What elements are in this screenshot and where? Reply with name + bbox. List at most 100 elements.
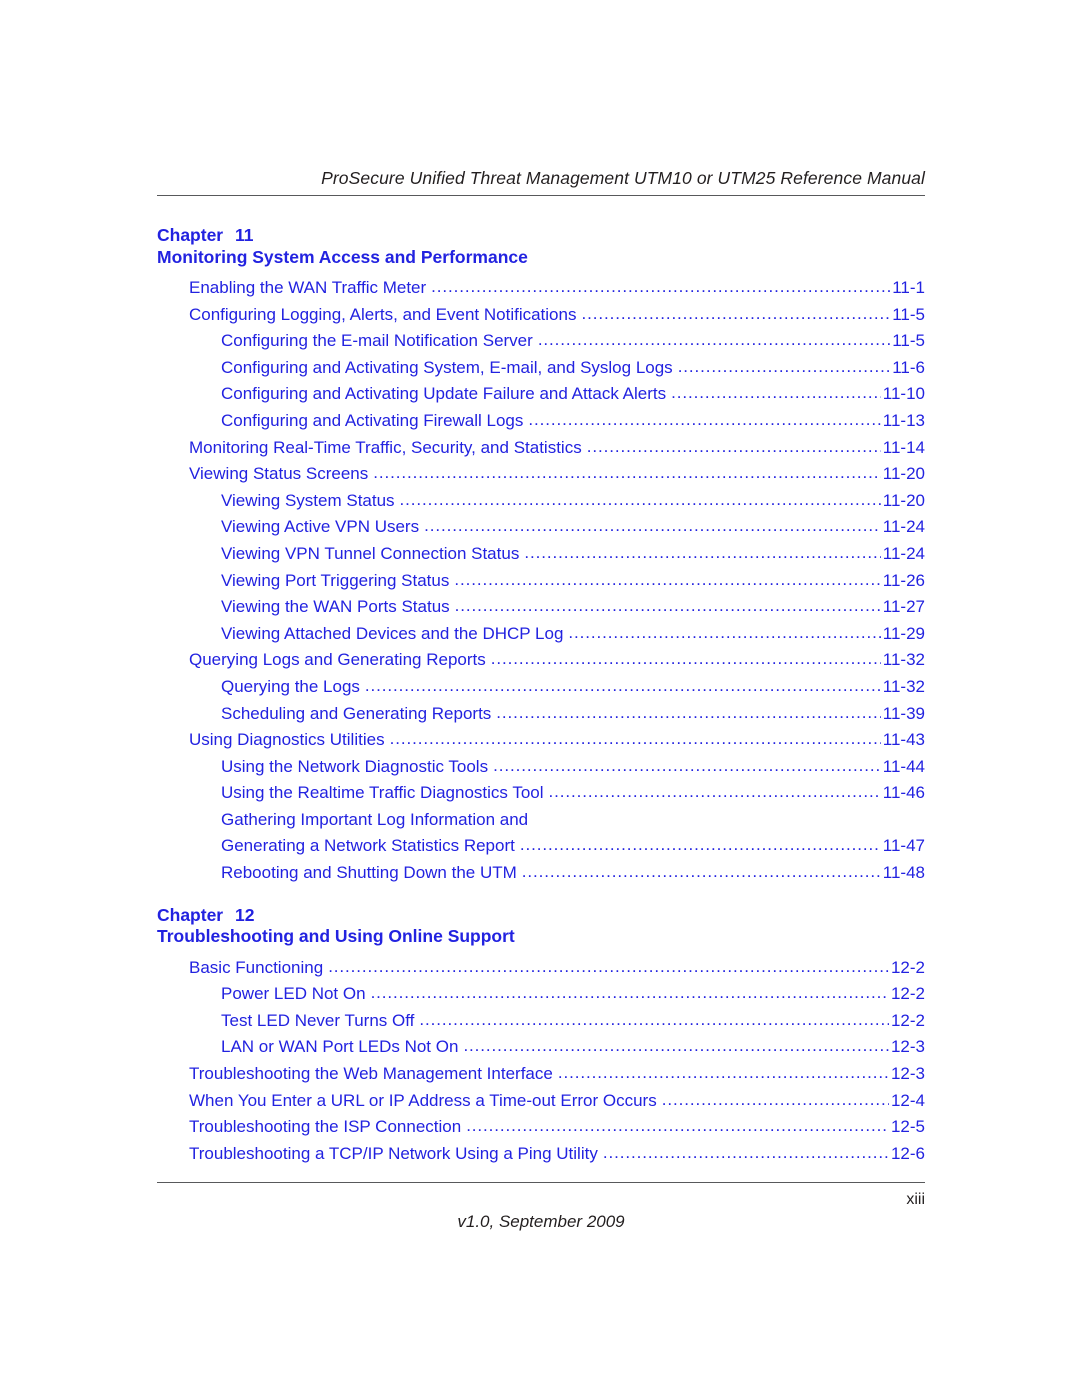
toc-entry-page: 12-3 bbox=[890, 1064, 925, 1084]
toc-entry-page: 12-2 bbox=[890, 1010, 925, 1030]
toc-entry[interactable]: Troubleshooting the ISP Connection......… bbox=[157, 1114, 925, 1141]
chapter-spacer bbox=[157, 887, 925, 905]
toc-entry[interactable]: Using Diagnostics Utilities.............… bbox=[157, 727, 925, 754]
toc-entry[interactable]: Rebooting and Shutting Down the UTM.....… bbox=[157, 860, 925, 887]
toc-entry-title: Viewing Status Screens bbox=[189, 464, 369, 484]
toc-leader-dots: ........................................… bbox=[431, 277, 890, 296]
toc-entry-title: Troubleshooting the ISP Connection bbox=[189, 1117, 462, 1137]
toc-entry[interactable]: Viewing Status Screens..................… bbox=[157, 461, 925, 488]
toc-leader-dots: ........................................… bbox=[463, 1036, 889, 1056]
toc-entry-title: Generating a Network Statistics Report bbox=[221, 836, 515, 856]
toc-entry[interactable]: Configuring Logging, Alerts, and Event N… bbox=[157, 302, 925, 329]
toc-entry[interactable]: Viewing Active VPN Users................… bbox=[157, 514, 925, 541]
toc-entry-title: Troubleshooting the Web Management Inter… bbox=[189, 1064, 553, 1084]
toc-entry[interactable]: Configuring and Activating Firewall Logs… bbox=[157, 408, 925, 435]
toc-entry-page: 11-13 bbox=[882, 410, 925, 430]
toc-page: ProSecure Unified Threat Management UTM1… bbox=[0, 0, 1080, 1397]
toc-entry-title: Viewing Port Triggering Status bbox=[221, 570, 450, 590]
toc-leader-dots: ........................................… bbox=[493, 755, 881, 775]
toc-leader-dots: ........................................… bbox=[671, 383, 881, 403]
toc-leader-dots: ........................................… bbox=[454, 569, 881, 589]
toc-entry-title: Rebooting and Shutting Down the UTM bbox=[221, 863, 517, 883]
toc-entry[interactable]: Configuring and Activating Update Failur… bbox=[157, 381, 925, 408]
toc-entry[interactable]: Basic Functioning.......................… bbox=[157, 955, 925, 982]
toc-entry-page: 11-47 bbox=[882, 836, 925, 856]
toc-entry-page: 11-29 bbox=[882, 623, 925, 643]
toc-entry[interactable]: Viewing Port Triggering Status..........… bbox=[157, 568, 925, 595]
toc-entry[interactable]: Generating a Network Statistics Report..… bbox=[157, 833, 925, 860]
toc-entry-title: Power LED Not On bbox=[221, 984, 366, 1004]
toc-leader-dots: ........................................… bbox=[524, 542, 880, 562]
footer-rule bbox=[157, 1182, 925, 1183]
toc-entry[interactable]: Using the Network Diagnostic Tools......… bbox=[157, 754, 925, 781]
toc-leader-dots: ........................................… bbox=[490, 649, 881, 669]
toc-entry[interactable]: Troubleshooting the Web Management Inter… bbox=[157, 1061, 925, 1088]
chapter-heading: Chapter 11 Monitoring System Access and Pe… bbox=[157, 225, 925, 268]
toc-entry[interactable]: Enabling the WAN Traffic Meter..........… bbox=[157, 275, 925, 302]
toc-entry-title: When You Enter a URL or IP Address a Tim… bbox=[189, 1090, 657, 1110]
toc-entry-title: Querying the Logs bbox=[221, 676, 360, 696]
toc-leader-dots: ........................................… bbox=[419, 1009, 889, 1029]
toc-entry-page: 12-6 bbox=[890, 1143, 925, 1163]
toc-entry[interactable]: Troubleshooting a TCP/IP Network Using a… bbox=[157, 1141, 925, 1168]
toc-entry-page: 11-6 bbox=[892, 357, 925, 377]
toc-entry-page: 11-5 bbox=[892, 331, 925, 351]
toc-entry-page: 11-46 bbox=[882, 783, 925, 803]
toc-leader-dots: ........................................… bbox=[519, 835, 881, 855]
toc-entry[interactable]: Configuring the E-mail Notification Serv… bbox=[157, 328, 925, 355]
page-folio: xiii bbox=[906, 1191, 925, 1208]
page-footer: xiii bbox=[157, 1182, 925, 1209]
toc-leader-dots: ........................................… bbox=[537, 330, 890, 350]
toc-leader-dots: ........................................… bbox=[466, 1116, 889, 1136]
chapter-word: Chapter bbox=[157, 225, 224, 245]
toc-entry[interactable]: Viewing VPN Tunnel Connection Status....… bbox=[157, 541, 925, 568]
toc-entry-page: 11-44 bbox=[882, 756, 925, 776]
toc-entry-page: 11-32 bbox=[882, 650, 925, 670]
version-footer: v1.0, September 2009 bbox=[457, 1212, 625, 1231]
toc-entry[interactable]: Configuring and Activating System, E-mai… bbox=[157, 355, 925, 382]
toc-entry[interactable]: When You Enter a URL or IP Address a Tim… bbox=[157, 1088, 925, 1115]
chapter-word: Chapter bbox=[157, 904, 224, 925]
toc-entry-page: 12-4 bbox=[890, 1090, 925, 1110]
toc-leader-dots: ........................................… bbox=[521, 862, 881, 882]
toc-entry[interactable]: Querying Logs and Generating Reports....… bbox=[157, 647, 925, 674]
toc-entry-page: 11-27 bbox=[882, 597, 925, 617]
toc-entry[interactable]: Viewing Attached Devices and the DHCP Lo… bbox=[157, 621, 925, 648]
toc-entry-title: LAN or WAN Port LEDs Not On bbox=[221, 1037, 459, 1057]
toc-entry-title: Troubleshooting a TCP/IP Network Using a… bbox=[189, 1143, 598, 1163]
toc-entry[interactable]: Viewing System Status...................… bbox=[157, 488, 925, 515]
toc-entry-title: Gathering Important Log Information and bbox=[221, 809, 529, 829]
toc-leader-dots: ........................................… bbox=[454, 596, 881, 616]
toc-entry-page: 11-20 bbox=[882, 464, 925, 484]
toc-entry-page: 11-5 bbox=[892, 304, 925, 324]
toc-leader-dots: ........................................… bbox=[548, 782, 881, 802]
toc-entry-title: Querying Logs and Generating Reports bbox=[189, 650, 486, 670]
toc-leader-dots: ........................................… bbox=[370, 983, 889, 1003]
toc-entry[interactable]: Using the Realtime Traffic Diagnostics T… bbox=[157, 780, 925, 807]
toc-entry[interactable]: Scheduling and Generating Reports.......… bbox=[157, 701, 925, 728]
toc-leader-dots: ........................................… bbox=[373, 463, 881, 483]
toc-entry-title: Test LED Never Turns Off bbox=[221, 1010, 415, 1030]
toc-entry-title: Basic Functioning bbox=[189, 957, 324, 977]
toc-entry[interactable]: Power LED Not On........................… bbox=[157, 981, 925, 1008]
toc-leader-dots: ........................................… bbox=[557, 1063, 889, 1083]
toc-leader-dots: ........................................… bbox=[677, 356, 891, 376]
toc-entry[interactable]: Test LED Never Turns Off................… bbox=[157, 1008, 925, 1035]
toc-entry-title: Using Diagnostics Utilities bbox=[189, 730, 385, 750]
toc-entry-title: Configuring Logging, Alerts, and Event N… bbox=[189, 304, 577, 324]
toc-entry-title: Enabling the WAN Traffic Meter bbox=[189, 278, 427, 297]
toc-leader-dots: ........................................… bbox=[602, 1142, 889, 1162]
toc-leader-dots: ........................................… bbox=[568, 622, 880, 642]
toc-leader-dots: ........................................… bbox=[328, 956, 889, 976]
toc-entry[interactable]: Viewing the WAN Ports Status............… bbox=[157, 594, 925, 621]
toc-entry[interactable]: Gathering Important Log Information and.… bbox=[157, 807, 925, 834]
toc-entry[interactable]: Querying the Logs.......................… bbox=[157, 674, 925, 701]
toc-entry-page: 11-24 bbox=[882, 543, 925, 563]
chapter-number: 11 bbox=[235, 225, 254, 245]
toc-entry[interactable]: Monitoring Real-Time Traffic, Security, … bbox=[157, 435, 925, 462]
toc-entry[interactable]: LAN or WAN Port LEDs Not On.............… bbox=[157, 1034, 925, 1061]
running-header-title: ProSecure Unified Threat Management UTM1… bbox=[321, 168, 925, 188]
toc-entry-title: Viewing Attached Devices and the DHCP Lo… bbox=[221, 623, 564, 643]
toc-entry-page: 11-10 bbox=[882, 384, 925, 404]
toc-leader-dots: ........................................… bbox=[424, 516, 881, 536]
